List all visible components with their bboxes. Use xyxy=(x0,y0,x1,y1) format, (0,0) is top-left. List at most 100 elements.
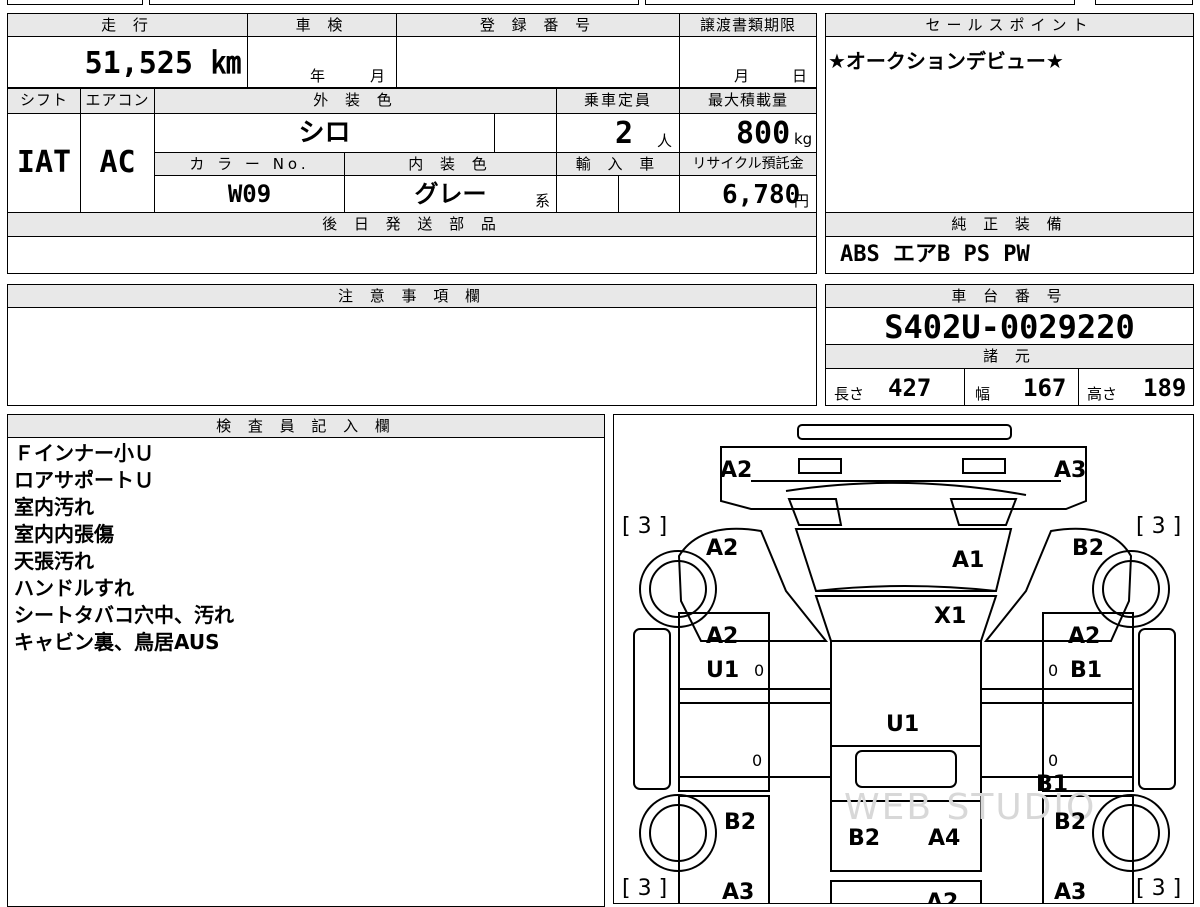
inspector-line-8: キャビン裏、鳥居AUS xyxy=(14,630,220,654)
color-no-header: カ ラ ー No. xyxy=(154,152,345,176)
length-value: 427 xyxy=(888,374,932,402)
label-a2-door-right: A2 xyxy=(1068,624,1101,649)
length-label: 長さ xyxy=(834,385,865,403)
capacity-value: 2 xyxy=(615,116,634,151)
sales-point-text: ★オークションデビュー★ xyxy=(828,49,1064,73)
label-a2-bottom-center: A2 xyxy=(926,890,959,904)
label-a2-top-left: A2 xyxy=(720,458,753,483)
length-cell: 長さ 427 xyxy=(825,368,965,406)
label-a3-bottom-left: A3 xyxy=(722,880,755,904)
transfer-deadline-header: 譲渡書類期限 xyxy=(679,13,817,37)
width-label: 幅 xyxy=(975,385,991,403)
int-color-value: グレー xyxy=(414,180,487,208)
ac-header: エアコン xyxy=(80,88,155,114)
label-a3-bottom-right: A3 xyxy=(1054,880,1087,904)
label-zero-left-2: 0 xyxy=(752,751,763,770)
height-cell: 高さ 189 xyxy=(1078,368,1194,406)
ext-color-value: シロ xyxy=(298,118,351,148)
recycle-cell: 6,780 円 xyxy=(679,175,817,213)
inspector-line-5: 天張汚れ xyxy=(14,549,94,573)
later-parts-header: 後 日 発 送 部 品 xyxy=(7,212,817,237)
spec-header: 諸 元 xyxy=(825,344,1194,369)
chassis-header: 車 台 番 号 xyxy=(825,284,1194,308)
registration-cell xyxy=(396,36,680,88)
import-cell-b xyxy=(618,175,680,213)
color-no-cell: W09 xyxy=(154,175,345,213)
label-a2-door-left: A2 xyxy=(706,624,739,649)
shaken-year: 年 xyxy=(310,67,326,85)
import-header: 輸 入 車 xyxy=(556,152,680,176)
transfer-cell: 月 日 xyxy=(679,36,817,88)
int-color-header: 内 装 色 xyxy=(344,152,557,176)
shaken-cell: 年 月 xyxy=(247,36,397,88)
inspector-line-6: ハンドルすれ xyxy=(14,576,134,600)
inspector-line-2: ロアサポートＵ xyxy=(14,468,154,492)
shift-header: シフト xyxy=(7,88,81,114)
shaken-header: 車 検 xyxy=(247,13,397,37)
color-no-value: W09 xyxy=(227,180,272,208)
height-label: 高さ xyxy=(1087,385,1118,403)
recycle-header: リサイクル預託金 xyxy=(679,152,817,176)
transfer-month: 月 xyxy=(734,67,750,85)
label-b2-fender-right: B2 xyxy=(1072,536,1105,561)
sales-point-header: セールスポイント xyxy=(825,13,1194,37)
ext-color-extra-cell xyxy=(494,113,557,153)
label-b1-right: B1 xyxy=(1070,658,1103,683)
damage-diagram: WEB STUDIO A2 A3 [ 3 ] [ 3 ] A2 A1 B2 X1… xyxy=(613,414,1194,904)
equipment-text: ABS エアB PS PW xyxy=(840,242,1030,267)
import-cell-a xyxy=(556,175,619,213)
label-tire-tr: [ 3 ] xyxy=(1136,514,1182,539)
equipment-cell: ABS エアB PS PW xyxy=(825,236,1194,274)
int-color-cell: グレー 系 xyxy=(344,175,557,213)
ext-color-cell: シロ xyxy=(154,113,495,153)
label-a1-hood: A1 xyxy=(952,548,985,573)
max-load-cell: 800 kg xyxy=(679,113,817,153)
ac-value: AC xyxy=(99,145,136,180)
equipment-header: 純 正 装 備 xyxy=(825,212,1194,237)
inspector-cell: Ｆインナー小Ｕ ロアサポートＵ 室内汚れ 室内内張傷 天張汚れ ハンドルすれ シ… xyxy=(7,437,605,907)
label-b2-rear-right: B2 xyxy=(1054,810,1087,835)
inspector-line-4: 室内内張傷 xyxy=(14,522,114,546)
vehicle-outline xyxy=(633,424,1176,903)
shift-cell: IAT xyxy=(7,113,81,213)
shaken-month: 月 xyxy=(370,67,386,85)
transfer-day: 日 xyxy=(792,67,808,85)
caution-cell xyxy=(7,307,817,406)
top-strip-cell-3 xyxy=(645,0,1075,5)
label-u1-left: U1 xyxy=(706,658,740,683)
registration-header: 登 録 番 号 xyxy=(396,13,680,37)
top-strip-cell-4 xyxy=(1095,0,1193,5)
width-value: 167 xyxy=(1023,374,1067,402)
mileage-header: 走 行 xyxy=(7,13,248,37)
later-parts-cell xyxy=(7,236,817,274)
label-zero-right-2: 0 xyxy=(1048,751,1059,770)
ac-cell: AC xyxy=(80,113,155,213)
max-load-value: 800 xyxy=(736,116,791,151)
max-load-unit: kg xyxy=(794,130,813,148)
mileage-cell: 51,525 ㎞ xyxy=(7,36,248,88)
width-cell: 幅 167 xyxy=(964,368,1079,406)
inspector-line-1: Ｆインナー小Ｕ xyxy=(14,441,154,465)
chassis-cell: S402U-0029220 xyxy=(825,307,1194,345)
max-load-header: 最大積載量 xyxy=(679,88,817,114)
label-u1-center: U1 xyxy=(886,712,920,737)
int-color-suffix: 系 xyxy=(535,192,551,210)
label-b2-rear-left: B2 xyxy=(724,810,757,835)
label-b1-lower: B1 xyxy=(1036,772,1069,797)
top-strip-cell-2 xyxy=(149,0,639,5)
label-a3-top-right: A3 xyxy=(1054,458,1087,483)
caution-header: 注 意 事 項 欄 xyxy=(7,284,817,308)
mileage-value: 51,525 ㎞ xyxy=(84,46,241,81)
label-a2-fender-left: A2 xyxy=(706,536,739,561)
label-a4-bed: A4 xyxy=(928,826,961,851)
capacity-cell: 2 人 xyxy=(556,113,680,153)
chassis-value: S402U-0029220 xyxy=(884,308,1135,346)
inspector-line-3: 室内汚れ xyxy=(14,495,94,519)
label-zero-right-1: 0 xyxy=(1048,661,1059,680)
recycle-unit: 円 xyxy=(794,192,810,210)
label-zero-left-1: 0 xyxy=(754,661,765,680)
label-b2-bed: B2 xyxy=(848,826,881,851)
capacity-header: 乗車定員 xyxy=(556,88,680,114)
label-x1-glass: X1 xyxy=(934,604,967,629)
inspector-line-7: シートタバコ穴中、汚れ xyxy=(14,603,234,627)
